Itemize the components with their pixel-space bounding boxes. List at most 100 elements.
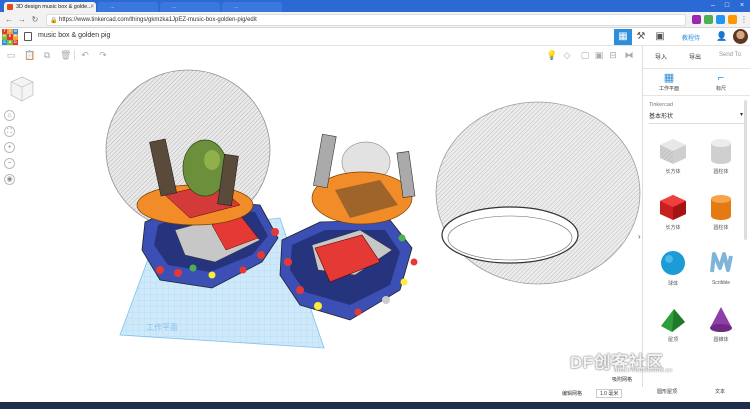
tab-close-icon[interactable]: × [90, 2, 94, 12]
extension-icon[interactable] [716, 15, 725, 24]
group-icon[interactable]: ▢ [580, 50, 590, 60]
workplane-tools: ▦ 工作平面 ⌐ 标尺 [643, 68, 750, 96]
roof-icon [661, 309, 685, 332]
box-hole-icon [660, 139, 686, 164]
url-text: https://www.tinkercad.com/things/gkmzka1… [59, 17, 257, 23]
workplane-label: 工作平面 [146, 322, 178, 332]
align-icon[interactable]: ⊟ [608, 50, 618, 60]
browser-tab[interactable]: ... [222, 2, 282, 12]
shape-box[interactable]: 长方体 [649, 192, 697, 248]
window-close-icon[interactable]: × [735, 0, 749, 12]
import-button[interactable]: 导入 [655, 52, 667, 61]
browser-tab-active[interactable]: 3D design music box & golde... × [4, 2, 96, 12]
shape-label: 长方体 [665, 225, 681, 231]
shape-label: 圆柱体 [713, 225, 729, 231]
browser-menu-icon[interactable]: ⋮ [739, 15, 749, 25]
workplane-label: 工作平面 [658, 86, 679, 92]
ruler-button[interactable]: ⌐ 标尺 [701, 71, 741, 92]
ungroup-icon[interactable]: ▣ [594, 50, 604, 60]
url-input[interactable]: 🔒 https://www.tinkercad.com/things/gkmzk… [46, 14, 686, 26]
shape-label: 圆形屋顶 [657, 389, 678, 395]
redo-icon[interactable]: ↷ [98, 50, 108, 60]
scene-canvas: 工作平面 [105, 69, 641, 349]
snap-grid-label: 吸附网格 [612, 377, 633, 383]
tab-title: ... [110, 4, 115, 10]
delete-icon[interactable]: 🗑 [60, 50, 71, 60]
cylinder-hole-icon [711, 139, 731, 164]
browser-address-bar: ← → ↻ 🔒 https://www.tinkercad.com/things… [0, 12, 750, 28]
cone-icon [710, 307, 732, 332]
build-hammer-icon[interactable]: ⚒ [632, 29, 650, 45]
shape-box-hole[interactable]: 长方体 [649, 136, 697, 192]
export-button[interactable]: 导出 [689, 52, 701, 61]
panel-scrollbar[interactable] [744, 100, 747, 240]
note-icon[interactable]: ◇ [562, 50, 572, 60]
shape-label: 长方体 [665, 169, 681, 175]
extension-icon[interactable] [692, 15, 701, 24]
library-source: Tinkercad [649, 102, 673, 108]
watermark-url: mc.DFRobot.com.cn [614, 368, 673, 374]
forward-arrow-icon[interactable]: → [17, 15, 27, 25]
box-icon [660, 195, 686, 220]
snap-grid-select[interactable]: 1.0 毫米 [596, 389, 623, 398]
bricks-icon[interactable]: ▣ [651, 29, 669, 45]
3d-workspace[interactable]: ⌂ ⛶ + − ◉ 工作平面 [0, 64, 642, 387]
shape-scribble[interactable]: Scribble [697, 248, 745, 304]
tab-title: ... [172, 4, 177, 10]
shape-label: Scribble [711, 280, 731, 286]
divider [74, 50, 75, 60]
project-title[interactable]: music box & golden pig [38, 32, 110, 39]
browser-tab-bar: 3D design music box & golde... × ... ...… [0, 0, 750, 12]
workplane-icon: ▦ [663, 72, 675, 84]
tinkercad-header: TINKERCAD music box & golden pig ▦ ⚒ ▣ 教… [0, 28, 750, 46]
shape-label: 文本 [715, 389, 726, 395]
cylinder-icon [711, 195, 731, 220]
collapse-panel-chevron-icon[interactable]: › [638, 232, 641, 241]
dropdown-caret-icon: ▾ [739, 112, 743, 118]
shape-cylinder-hole[interactable]: 圆柱体 [697, 136, 745, 192]
3d-view-grid-icon[interactable]: ▦ [614, 29, 632, 45]
shape-label: 屋顶 [667, 337, 678, 343]
shape-cone[interactable]: 圆锥体 [697, 304, 745, 360]
light-bulb-icon[interactable]: 💡 [546, 50, 557, 60]
ruler-label: 标尺 [715, 86, 726, 92]
mirror-icon[interactable]: ⧓ [624, 50, 634, 60]
shape-label: 圆柱体 [713, 169, 729, 175]
edit-grid-label: 编辑网格 [562, 391, 583, 397]
os-taskbar [0, 402, 750, 409]
tab-title: ... [234, 4, 239, 10]
paste-icon[interactable]: 📋 [24, 50, 35, 60]
minimize-icon[interactable]: – [706, 0, 720, 12]
duplicate-icon[interactable]: ⧉ [42, 50, 52, 60]
sphere-icon [661, 251, 685, 275]
extension-icon[interactable] [704, 15, 713, 24]
browser-tab[interactable]: ... [98, 2, 158, 12]
shape-label: 圆锥体 [713, 337, 729, 343]
library-selected-value: 基本形状 [649, 114, 674, 120]
user-add-icon[interactable]: 👤 [716, 31, 727, 42]
extension-icon[interactable] [728, 15, 737, 24]
right-panel: 导入 导出 Send To ▦ 工作平面 ⌐ 标尺 Tinkercad 基本形状… [642, 46, 750, 395]
send-to-button[interactable]: Send To [719, 52, 741, 58]
logo-letter: D [12, 39, 18, 45]
avatar[interactable] [733, 29, 748, 44]
maximize-icon[interactable]: □ [720, 0, 734, 12]
tinkercad-favicon-icon [7, 4, 13, 10]
browser-tab[interactable]: ... [160, 2, 220, 12]
reload-icon[interactable]: ↻ [30, 15, 40, 25]
tab-title: 3D design music box & golde... [16, 4, 92, 10]
tinkercad-logo[interactable]: TINKERCAD [2, 29, 18, 45]
scribble-icon [710, 252, 733, 273]
new-doc-icon[interactable]: ▭ [6, 50, 16, 60]
undo-icon[interactable]: ↶ [80, 50, 90, 60]
edit-toolbar: ▭ 📋 ⧉ 🗑 ↶ ↷ 💡 ◇ ▢ ▣ ⊟ ⧓ [0, 46, 642, 64]
ruler-icon: ⌐ [717, 72, 725, 84]
shape-label: 球体 [667, 281, 678, 287]
workplane-button[interactable]: ▦ 工作平面 [649, 71, 689, 92]
design-icon [24, 32, 32, 41]
library-select[interactable]: 基本形状 ▾ [649, 111, 745, 124]
back-arrow-icon[interactable]: ← [4, 15, 14, 25]
shape-cylinder[interactable]: 圆柱体 [697, 192, 745, 248]
shape-sphere[interactable]: 球体 [649, 248, 697, 304]
tutorial-link[interactable]: 教程侍 [682, 33, 700, 42]
